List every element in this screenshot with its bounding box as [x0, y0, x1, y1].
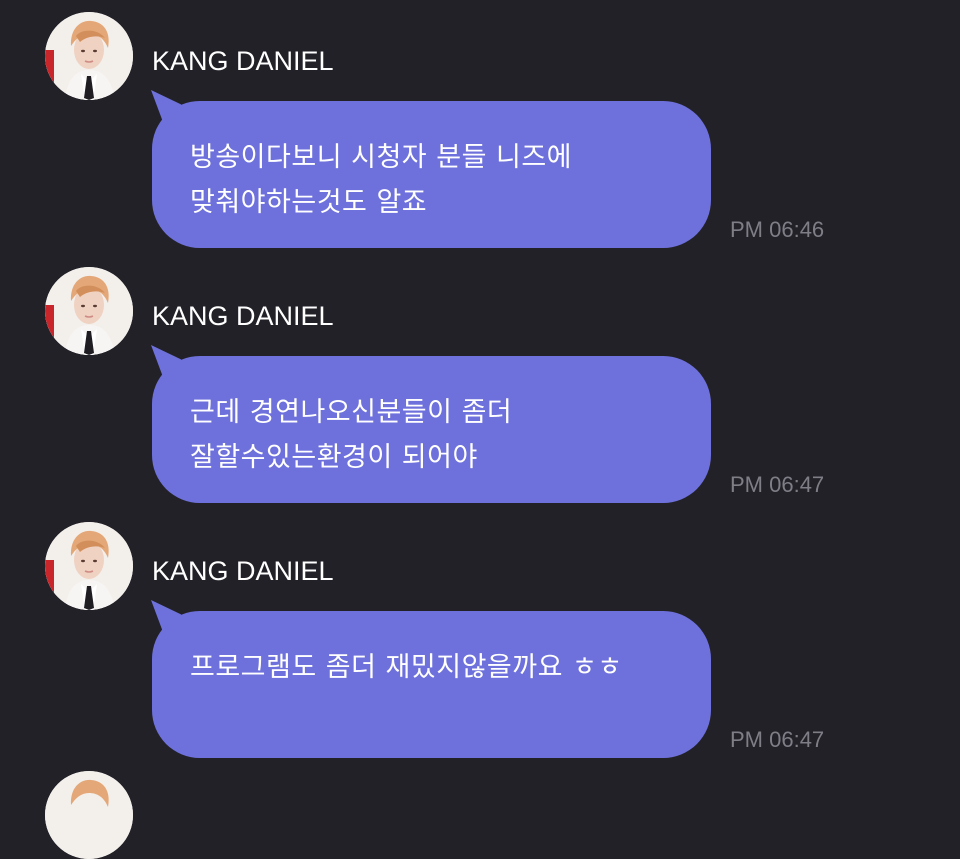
- message-bubble[interactable]: 근데 경연나오신분들이 좀더 잘할수있는환경이 되어야: [152, 356, 711, 503]
- message-text: 프로그램도 좀더 재밌지않을까요 ㅎㅎ: [190, 652, 623, 683]
- profile-photo-icon: [45, 267, 133, 355]
- message-group: KANG DANIEL 프로그램도 좀더 재밌지않을까요 ㅎㅎ PM 06:47: [0, 510, 960, 765]
- message-group: KANG DANIEL 근데 경연나오신분들이 좀더 잘할수있는환경이 되어야 …: [0, 255, 960, 510]
- message-timestamp: PM 06:47: [730, 472, 825, 497]
- message-group: KANG DANIEL 방송이다보니 시청자 분들 니즈에 맞춰야하는것도 알죠…: [0, 0, 960, 255]
- sender-name: KANG DANIEL: [152, 301, 334, 331]
- sender-name: KANG DANIEL: [152, 556, 334, 586]
- profile-photo-icon: [45, 12, 133, 100]
- avatar[interactable]: [45, 267, 133, 355]
- message-text: 근데 경연나오신분들이 좀더 잘할수있는환경이 되어야: [190, 397, 513, 473]
- avatar[interactable]: [45, 522, 133, 610]
- message-bubble[interactable]: 방송이다보니 시청자 분들 니즈에 맞춰야하는것도 알죠: [152, 101, 711, 248]
- profile-photo-icon: [45, 522, 133, 610]
- sender-name: KANG DANIEL: [152, 46, 334, 76]
- profile-photo-icon: [45, 771, 133, 859]
- message-bubble[interactable]: 프로그램도 좀더 재밌지않을까요 ㅎㅎ: [152, 611, 711, 758]
- message-timestamp: PM 06:47: [730, 727, 825, 752]
- message-timestamp: PM 06:46: [730, 217, 825, 242]
- message-text: 방송이다보니 시청자 분들 니즈에 맞춰야하는것도 알죠: [190, 142, 573, 218]
- avatar[interactable]: [45, 771, 133, 859]
- avatar[interactable]: [45, 12, 133, 100]
